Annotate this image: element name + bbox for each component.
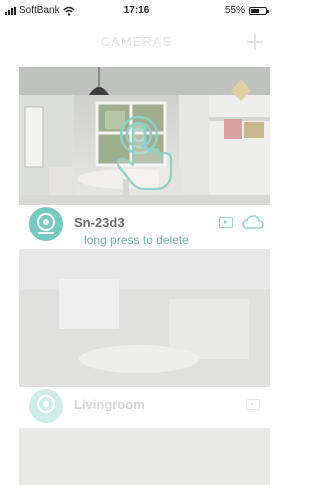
status-right: 55% — [224, 5, 269, 16]
add-camera-button[interactable] — [247, 34, 263, 50]
battery-percent: 55% — [224, 5, 245, 16]
cloud-icon[interactable] — [242, 215, 264, 229]
hand-gesture-icon — [116, 121, 173, 191]
camera-thumbnail[interactable] — [19, 249, 270, 387]
camera-lens-icon — [29, 389, 63, 423]
status-bar: SoftBank 17:16 55% — [0, 0, 273, 22]
camera-name: Sn-23d3 — [74, 215, 125, 230]
playback-icon[interactable] — [246, 399, 260, 410]
long-press-hint: long press to delete — [84, 233, 189, 247]
camera-name: Livingroom — [74, 397, 145, 412]
camera-info-bar[interactable]: Livingroom — [19, 387, 270, 423]
page-title: CAMERAS — [100, 34, 173, 49]
playback-icon[interactable] — [219, 217, 233, 228]
nav-bar: CAMERAS — [0, 22, 273, 60]
battery-icon — [249, 6, 269, 15]
camera-thumbnail[interactable] — [19, 428, 270, 485]
